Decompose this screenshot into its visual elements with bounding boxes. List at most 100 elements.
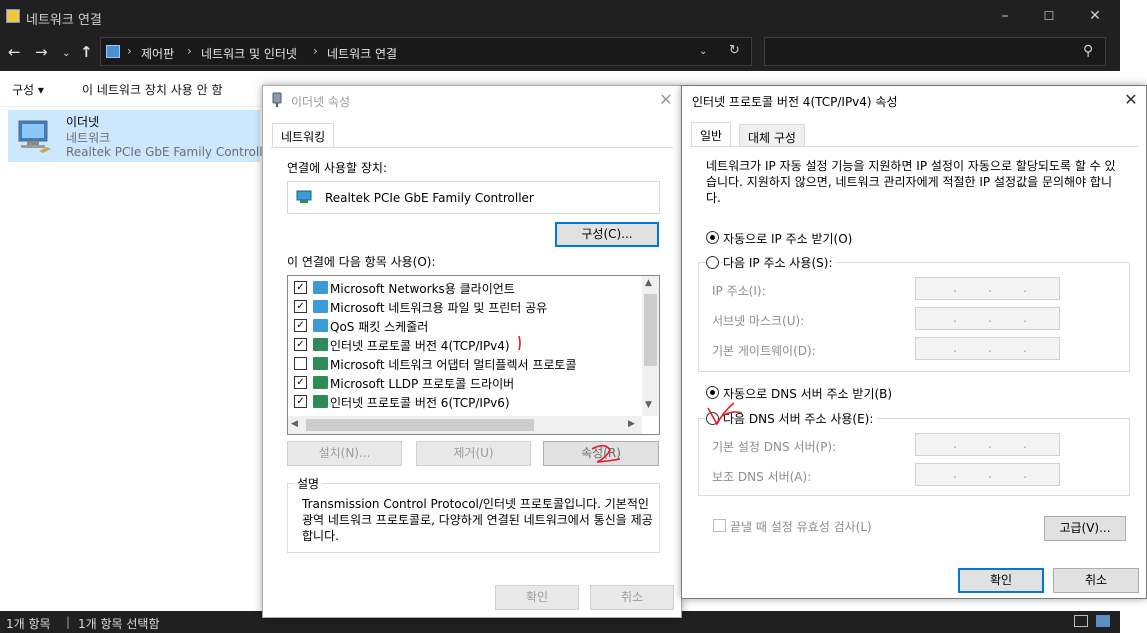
description-text: Transmission Control Protocol/인터넷 프로토콜입니… [302,497,653,543]
scroll-up-icon[interactable]: ▲ [645,278,652,288]
remove-button[interactable]: 제거(U) [416,441,531,466]
horizontal-scrollbar-thumb[interactable] [306,419,534,431]
window-title: 네트워크 연결 [26,13,102,28]
address-bar[interactable]: › 제어판 › 네트워크 및 인터넷 › 네트워크 연결 ⌄ ↻ [100,37,752,66]
minimize-icon[interactable]: – [996,8,1014,24]
subnet-field[interactable]: ... [915,307,1060,330]
organize-menu[interactable]: 구성 ▾ [12,81,44,98]
ok-button[interactable]: 확인 [495,585,579,610]
items-label: 이 연결에 다음 항목 사용(O): [287,255,436,269]
connection-type: 네트워크 [66,131,111,145]
component-checkbox[interactable]: ✓ [294,300,307,313]
status-separator: | [66,615,71,629]
configure-button[interactable]: 구성(C)... [555,222,659,247]
vertical-scrollbar[interactable]: ▲ ▼ [642,276,659,416]
component-checkbox[interactable]: ✓ [294,338,307,351]
disable-device-command[interactable]: 이 네트워크 장치 사용 안 함 [82,81,223,98]
close-icon[interactable]: ✕ [1086,8,1104,24]
tab-general[interactable]: 일반 [691,122,732,146]
network-client-icon [313,281,328,294]
recent-locations-chevron-icon[interactable]: ⌄ [62,45,70,63]
scroll-right-icon[interactable]: ▶ [628,419,635,429]
ip-dot: . [1023,437,1027,451]
component-label: 인터넷 프로토콜 버전 4(TCP/IPv4) [330,339,510,353]
ip-dot: . [988,467,992,481]
search-input[interactable]: ⚲ [764,37,1106,66]
cancel-button[interactable]: 취소 [1053,568,1139,593]
ethernet-connection-item[interactable]: 이더넷 네트워크 Realtek PCIe GbE Family Control… [8,110,275,162]
horizontal-scrollbar[interactable]: ◀ ▶ [288,416,642,434]
ip-dot: . [988,437,992,451]
ip-dot: . [988,311,992,325]
auto-dns-label: 자동으로 DNS 서버 주소 받기(B) [723,387,893,401]
alternate-dns-field[interactable]: ... [915,463,1060,486]
ipv4-properties-dialog: 인터넷 프로토콜 버전 4(TCP/IPv4) 속성 ✕ 일반 대체 구성 네트… [681,85,1147,599]
cancel-button[interactable]: 취소 [590,585,674,610]
forward-arrow-icon[interactable]: → [35,43,48,61]
auto-dns-radio[interactable] [706,386,719,399]
component-row[interactable]: ✓ Microsoft LLDP 프로토콜 드라이버 [288,373,640,392]
manual-dns-label: 다음 DNS 서버 주소 사용(E): [723,410,878,427]
component-row[interactable]: ✓ Microsoft Networks용 클라이언트 [288,278,640,297]
title-bar: 네트워크 연결 – ☐ ✕ [0,0,1120,33]
component-checkbox[interactable]: ✓ [294,395,307,408]
advanced-button[interactable]: 고급(V)... [1044,516,1126,541]
selected-count: 1개 항목 선택함 [78,617,160,631]
protocol-icon [313,357,328,370]
ip-dot: . [988,281,992,295]
component-label: 인터넷 프로토콜 버전 6(TCP/IPv6) [330,396,510,410]
address-dropdown-chevron-icon[interactable]: ⌄ [699,46,707,57]
details-view-icon[interactable] [1074,615,1088,627]
search-icon: ⚲ [1083,43,1094,59]
ip-dot: . [1023,311,1027,325]
components-list[interactable]: ✓ Microsoft Networks용 클라이언트 ✓ Microsoft 네트워… [287,275,660,435]
component-checkbox[interactable]: ✓ [294,376,307,389]
component-row[interactable]: ✓ Microsoft 네트워크용 파일 및 프린터 공유 [288,297,640,316]
manual-dns-radio[interactable] [706,412,719,425]
tab-strip-border [690,146,1138,147]
dialog-title: 인터넷 프로토콜 버전 4(TCP/IPv4) 속성 [692,95,898,109]
component-label: QoS 패킷 스케줄러 [330,320,429,334]
scrollbar-thumb[interactable] [644,294,657,366]
close-icon[interactable]: ✕ [1116,88,1146,112]
ip-dot: . [953,311,957,325]
maximize-icon[interactable]: ☐ [1040,8,1058,24]
validate-label: 끝낼 때 설정 유효성 검사(L) [730,520,872,534]
tab-networking[interactable]: 네트워킹 [272,123,335,147]
breadcrumb-network-internet[interactable]: 네트워크 및 인터넷 [201,45,297,62]
network-folder-icon [6,9,20,23]
component-row[interactable]: Microsoft 네트워크 어댑터 멀티플렉서 프로토콜 [288,354,640,373]
preferred-dns-field[interactable]: ... [915,433,1060,456]
scroll-down-icon[interactable]: ▼ [645,400,652,410]
auto-ip-radio[interactable] [706,231,719,244]
ip-dot: . [953,341,957,355]
adapter-name: Realtek PCIe GbE Family Controller [325,191,534,205]
component-checkbox[interactable]: ✓ [294,319,307,332]
install-button[interactable]: 설치(N)... [287,441,402,466]
gateway-field[interactable]: ... [915,337,1060,360]
close-icon[interactable]: ✕ [651,88,681,112]
breadcrumb-control-panel[interactable]: 제어판 [141,45,174,62]
validate-checkbox[interactable] [713,519,726,532]
component-label: Microsoft LLDP 프로토콜 드라이버 [330,377,515,391]
refresh-icon[interactable]: ↻ [729,43,740,58]
breadcrumb-separator-icon: › [313,44,318,58]
scroll-left-icon[interactable]: ◀ [291,419,298,429]
component-row[interactable]: ✓ 인터넷 프로토콜 버전 4(TCP/IPv4) [288,335,640,354]
breadcrumb-network-connections[interactable]: 네트워크 연결 [327,45,397,62]
dialog-title: 이더넷 속성 [291,95,351,109]
properties-button[interactable]: 속성(R) [543,441,659,466]
component-row[interactable]: ✓ QoS 패킷 스케줄러 [288,316,640,335]
component-checkbox[interactable] [294,357,307,370]
back-arrow-icon[interactable]: ← [8,43,21,61]
manual-ip-radio[interactable] [706,256,719,269]
component-checkbox[interactable]: ✓ [294,281,307,294]
up-arrow-icon[interactable]: ↑ [80,43,93,61]
ip-address-field[interactable]: ... [915,277,1060,300]
ok-button[interactable]: 확인 [958,568,1044,593]
component-row[interactable]: ✓ 인터넷 프로토콜 버전 6(TCP/IPv6) [288,392,640,411]
tab-alternate-config[interactable]: 대체 구성 [739,124,805,146]
connection-name: 이더넷 [66,115,100,129]
large-icons-view-icon[interactable] [1096,615,1110,627]
intro-text: 네트워크가 IP 자동 설정 기능을 지원하면 IP 설정이 자동으로 할당되도… [706,159,1116,205]
